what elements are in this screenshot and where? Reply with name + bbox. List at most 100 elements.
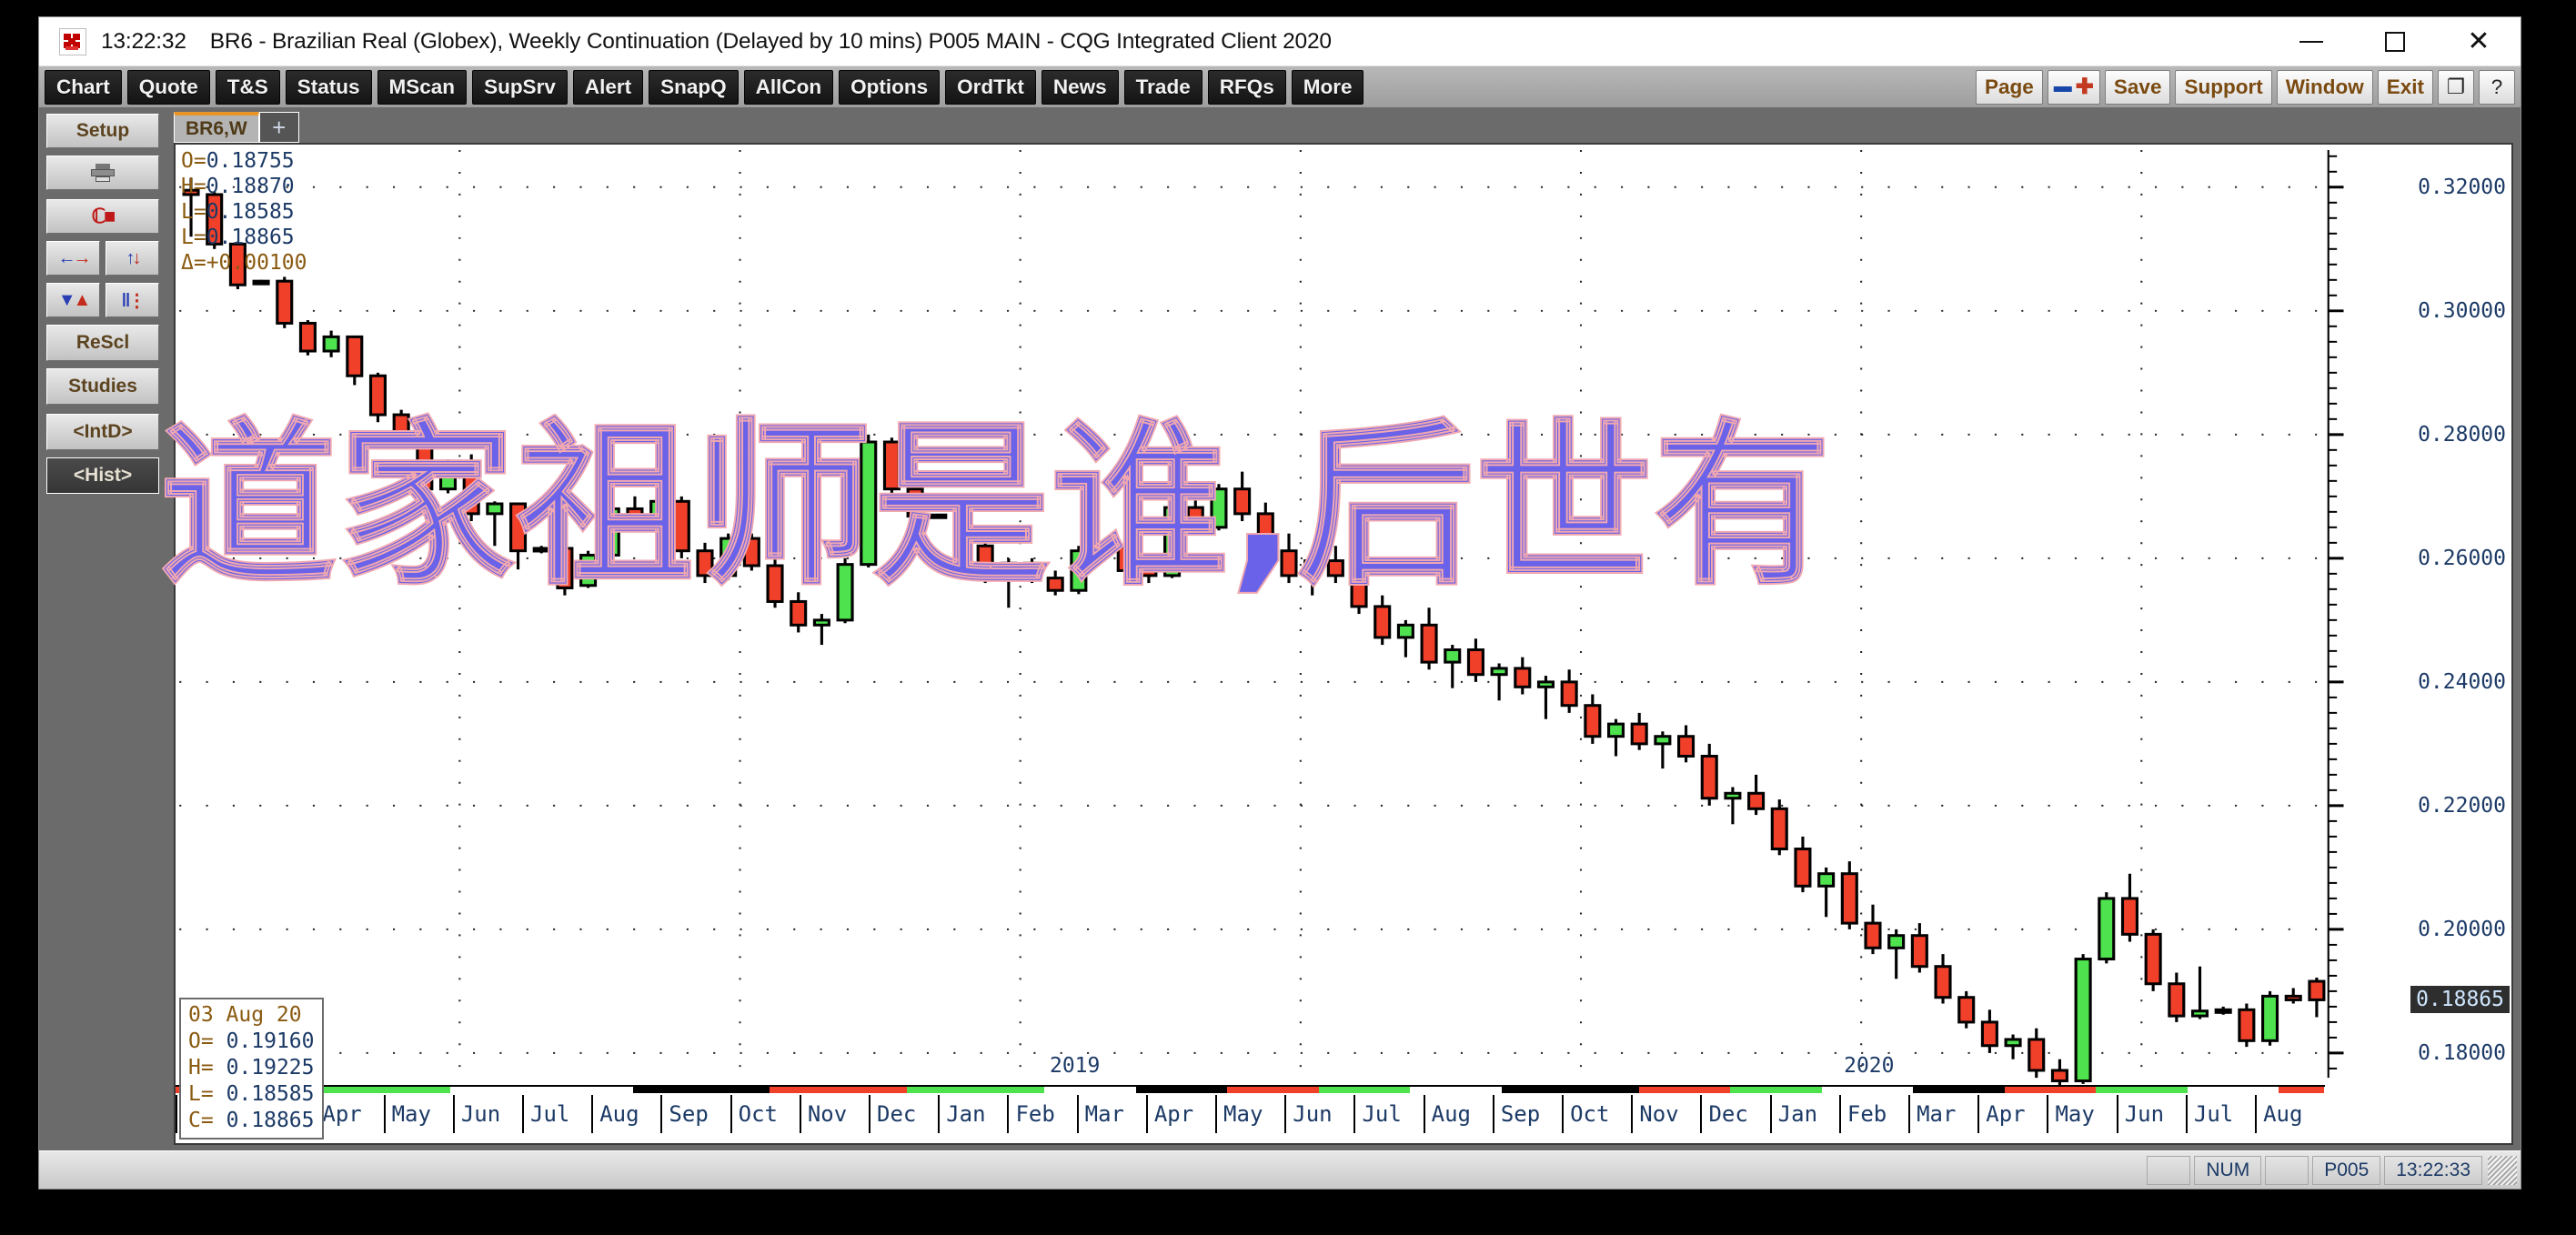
toolbar-button-allcon[interactable]: AllCon — [743, 69, 834, 105]
vertical-flip-button[interactable]: ↑↓ — [106, 241, 159, 276]
month-label: Dec — [869, 1095, 938, 1133]
month-label: Feb — [1007, 1095, 1076, 1133]
maximize-icon — [2385, 31, 2405, 52]
trend-segment — [2004, 1087, 2097, 1093]
add-chart-tab-button[interactable]: + — [258, 112, 299, 143]
month-label: Jul — [1353, 1095, 1423, 1133]
status-num-indicator: NUM — [2194, 1155, 2262, 1185]
page-button[interactable]: Page — [1976, 69, 2043, 105]
history-button[interactable]: <Hist> — [46, 457, 159, 494]
ohlc-open-label: O= — [181, 149, 206, 173]
ohlc-readout: O=0.18755 H=0.18870 L=0.18585 L=0.18865 … — [181, 148, 307, 276]
restore-window-button[interactable]: ❐ — [2438, 69, 2474, 105]
magnet-button[interactable]: ℂ■ — [46, 199, 159, 234]
selected-bar-quote-box: 03 Aug 20 O= 0.19160 H= 0.19225 L= 0.185… — [179, 998, 324, 1140]
chart-tab-br6w[interactable]: BR6,W — [174, 112, 259, 143]
toolbar-button-ordtkt[interactable]: OrdTkt — [945, 69, 1036, 105]
save-button[interactable]: Save — [2104, 69, 2171, 105]
month-label: Nov — [799, 1095, 869, 1133]
watermark-text: 道家祖师是谁,后世有 — [158, 403, 1832, 610]
page-move-icon: ▬ ✚ — [2053, 75, 2094, 99]
toolbar-button-alert[interactable]: Alert — [572, 69, 644, 105]
help-button[interactable]: ? — [2479, 69, 2515, 105]
month-label: Aug — [591, 1095, 660, 1133]
month-label: Oct — [730, 1095, 800, 1133]
window-body: Setup ℂ■ ←→ ↑↓ ▼▲ ‖⋮ ReScl Studies <IntD… — [39, 108, 2521, 1150]
chart-plot-area[interactable] — [176, 145, 2511, 1143]
toolbar-button-news[interactable]: News — [1041, 69, 1119, 105]
y-axis-tick-label: 0.20000 — [2418, 917, 2506, 941]
trend-segment — [2279, 1087, 2325, 1093]
x-axis: 20192020 FebMarAprMayJunJulAugSepOctNovD… — [176, 1054, 2511, 1143]
toolbar-button-chart[interactable]: Chart — [45, 69, 122, 105]
quote-low-label: L= — [188, 1082, 214, 1107]
chart-container[interactable]: O=0.18755 H=0.18870 L=0.18585 L=0.18865 … — [158, 143, 2513, 1145]
overlay-button[interactable]: ▼▲ — [46, 283, 100, 317]
toolbar-button-trade[interactable]: Trade — [1123, 69, 1202, 105]
toolbar-button-supsrv[interactable]: SupSrv — [472, 69, 568, 105]
ohlc-high-value: 0.18870 — [206, 175, 295, 199]
trend-segment — [2187, 1087, 2279, 1093]
printer-icon — [91, 164, 115, 182]
year-label: 2019 — [1049, 1054, 1101, 1078]
y-axis-tick-label: 0.24000 — [2418, 669, 2506, 694]
minimize-button[interactable] — [2269, 17, 2353, 65]
quote-open-label: O= — [188, 1029, 214, 1054]
toolbar-button-mscan[interactable]: MScan — [377, 69, 468, 105]
magnet-icon: ℂ■ — [91, 205, 116, 227]
month-label: Nov — [1631, 1095, 1700, 1133]
studies-button[interactable]: Studies — [46, 368, 159, 405]
sidebar-row-2: ▼▲ ‖⋮ — [46, 283, 159, 317]
setup-button[interactable]: Setup — [46, 114, 159, 148]
toolbar-button-rfqs[interactable]: RFQs — [1207, 69, 1286, 105]
close-button[interactable]: ✕ — [2437, 17, 2521, 65]
status-cell-blank-1 — [2147, 1155, 2191, 1185]
y-axis-tick-label: 0.30000 — [2418, 298, 2506, 323]
month-label: Jul — [2185, 1095, 2255, 1133]
resize-grip[interactable] — [2488, 1155, 2517, 1185]
trend-segment — [632, 1087, 770, 1093]
month-label: Jun — [452, 1095, 522, 1133]
toolbar-button-options[interactable]: Options — [839, 69, 941, 105]
trend-segment — [2096, 1087, 2188, 1093]
toolbar-button-status[interactable]: Status — [285, 69, 372, 105]
trend-segment — [1227, 1087, 1319, 1093]
quote-high-label: H= — [188, 1056, 214, 1080]
print-button[interactable] — [46, 156, 159, 190]
toolbar-button-more[interactable]: More — [1291, 69, 1364, 105]
toolbar-button-ts[interactable]: T&S — [215, 69, 280, 105]
month-label: Sep — [1492, 1095, 1562, 1133]
title-bar: 13:22:32 BR6 - Brazilian Real (Globex), … — [39, 17, 2521, 66]
status-time-indicator: 13:22:33 — [2384, 1155, 2482, 1185]
month-label: Jun — [2116, 1095, 2186, 1133]
intraday-button[interactable]: <IntD> — [46, 414, 159, 450]
rescale-button[interactable]: ReScl — [46, 325, 159, 361]
toolbar-button-quote[interactable]: Quote — [126, 69, 210, 105]
window-button[interactable]: Window — [2276, 69, 2373, 105]
horizontal-swap-button[interactable]: ←→ — [46, 241, 100, 276]
trend-segment — [1730, 1087, 1822, 1093]
page-move-button[interactable]: ▬ ✚ — [2047, 69, 2100, 105]
support-button[interactable]: Support — [2175, 69, 2272, 105]
chart-tab-strip: BR6,W + — [166, 108, 2521, 143]
maximize-button[interactable] — [2353, 17, 2437, 65]
ohlc-last-value: 0.18865 — [206, 226, 295, 250]
month-label: Dec — [1700, 1095, 1769, 1133]
application-root: 13:22:32 BR6 - Brazilian Real (Globex), … — [0, 0, 2576, 1235]
exit-button[interactable]: Exit — [2377, 69, 2433, 105]
trend-indicator-bar — [176, 1085, 2325, 1093]
toolbar-button-snapq[interactable]: SnapQ — [649, 69, 739, 105]
month-label: Mar — [1076, 1095, 1146, 1133]
trend-segment — [1135, 1087, 1228, 1093]
quote-low-value: 0.18585 — [226, 1082, 315, 1107]
month-label: May — [2047, 1095, 2116, 1133]
trend-segment — [1318, 1087, 1411, 1093]
sidebar-row-1: ←→ ↑↓ — [46, 241, 159, 276]
split-button[interactable]: ‖⋮ — [106, 283, 159, 317]
cqg-logo-icon — [59, 27, 86, 55]
status-page-indicator: P005 — [2312, 1155, 2381, 1185]
ohlc-high-label: H= — [181, 175, 206, 199]
month-label: Jul — [522, 1095, 591, 1133]
trend-segment — [1501, 1087, 1639, 1093]
month-label: Aug — [2255, 1095, 2324, 1133]
